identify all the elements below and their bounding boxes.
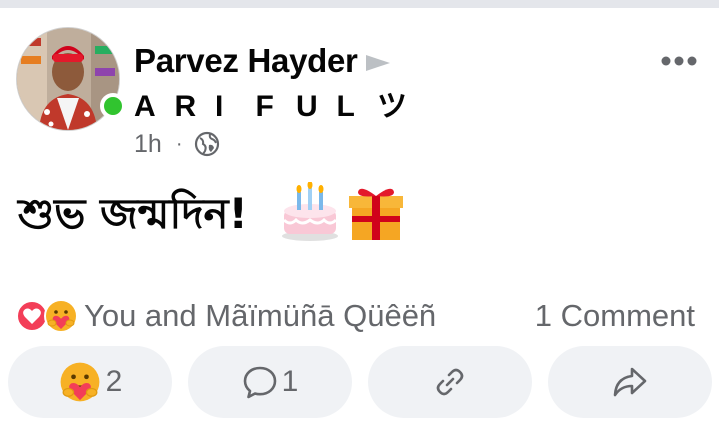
post-time[interactable]: 1h	[134, 130, 162, 159]
comment-bubble-icon	[243, 366, 276, 399]
play-triangle-icon	[366, 55, 390, 71]
reaction-names: You and Mãïmüñā Qüêëñ	[84, 298, 437, 333]
link-icon	[436, 368, 464, 396]
react-count: 2	[105, 365, 123, 398]
gift-icon	[349, 188, 403, 240]
author-avatar[interactable]	[16, 27, 126, 131]
online-status-dot	[100, 93, 126, 119]
tagged-letter: A	[134, 90, 156, 123]
post-meta: 1h ·	[134, 128, 220, 160]
tagged-user-name[interactable]: ARIFULツ	[134, 89, 407, 125]
author-name[interactable]: Parvez Hayder	[134, 42, 358, 80]
more-options-icon[interactable]	[660, 54, 698, 68]
meta-separator: ·	[175, 132, 183, 155]
top-divider	[0, 0, 719, 8]
care-reaction-icon	[60, 362, 100, 402]
post-text: শুভ জন্মদিন!	[18, 189, 248, 238]
comment-button[interactable]: 1	[188, 346, 352, 418]
globe-icon[interactable]	[194, 131, 220, 157]
react-button[interactable]: 2	[8, 346, 172, 418]
birthday-cake-icon	[282, 182, 338, 241]
reactions-summary[interactable]: You and Mãïmüñā Qüêëñ	[16, 296, 436, 336]
comment-action-count: 1	[281, 365, 299, 398]
tagged-letter: L	[336, 90, 355, 123]
copy-link-button[interactable]	[368, 346, 532, 418]
tagged-letter: F	[255, 90, 274, 123]
tagged-letter: I	[215, 90, 224, 123]
tagged-letter: U	[296, 90, 318, 123]
share-arrow-icon	[613, 367, 647, 397]
share-button[interactable]	[548, 346, 712, 418]
comment-count-link[interactable]: 1 Comment	[535, 296, 695, 336]
tagged-letter: R	[174, 90, 197, 123]
tagged-letter: ツ	[377, 89, 407, 124]
care-reaction-icon	[44, 299, 78, 333]
